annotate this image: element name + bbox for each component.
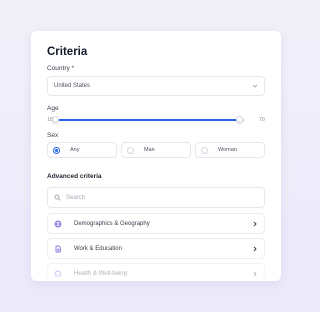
sex-option-label: Woman (218, 147, 237, 153)
age-range-slider[interactable] (51, 115, 245, 123)
search-placeholder: Search (66, 194, 86, 201)
sex-option-woman[interactable]: Woman (195, 142, 265, 158)
radio-button[interactable] (201, 146, 208, 154)
sex-option-label: Man (144, 147, 155, 153)
country-select[interactable]: United States (47, 76, 265, 96)
category-label: Demographics & Geography (74, 220, 150, 227)
chevron-right-icon (252, 246, 258, 252)
criteria-form: Criteria Country * United States Age 18 … (47, 31, 265, 281)
category-label: Work & Education (74, 245, 122, 252)
advanced-criteria-heading: Advanced criteria (47, 173, 102, 180)
search-icon (54, 194, 61, 201)
search-input[interactable]: Search (47, 187, 265, 208)
chevron-down-icon (252, 83, 258, 89)
sex-radio-group: Any Man Woman (47, 142, 265, 158)
globe-icon (54, 220, 62, 228)
sex-option-label: Any (70, 147, 80, 153)
required-mark: * (71, 65, 75, 72)
category-label: Health & Well-being (74, 270, 127, 277)
document-icon (54, 245, 62, 253)
chevron-right-icon (252, 271, 258, 277)
age-label: Age (47, 105, 59, 112)
category-demographics-geography[interactable]: Demographics & Geography (47, 213, 265, 234)
age-range-fill (55, 119, 240, 121)
country-label-text: Country (47, 65, 70, 72)
category-list: Demographics & Geography Work & Educatio… (47, 213, 265, 281)
sex-label: Sex (47, 132, 59, 139)
age-max-handle[interactable] (235, 115, 243, 123)
criteria-card: Criteria Country * United States Age 18 … (31, 31, 281, 281)
age-min-handle[interactable] (51, 115, 59, 123)
category-health-wellbeing[interactable]: Health & Well-being (47, 263, 265, 281)
smile-icon (54, 270, 62, 278)
radio-button[interactable] (127, 146, 134, 154)
chevron-right-icon (252, 221, 258, 227)
category-work-education[interactable]: Work & Education (47, 238, 265, 259)
sex-option-any[interactable]: Any (47, 142, 117, 158)
radio-button[interactable] (53, 146, 60, 154)
age-max-label: 70 (258, 117, 265, 123)
sex-option-man[interactable]: Man (121, 142, 191, 158)
country-label: Country * (47, 65, 74, 72)
country-select-value: United States (54, 83, 91, 89)
card-title: Criteria (47, 46, 88, 58)
